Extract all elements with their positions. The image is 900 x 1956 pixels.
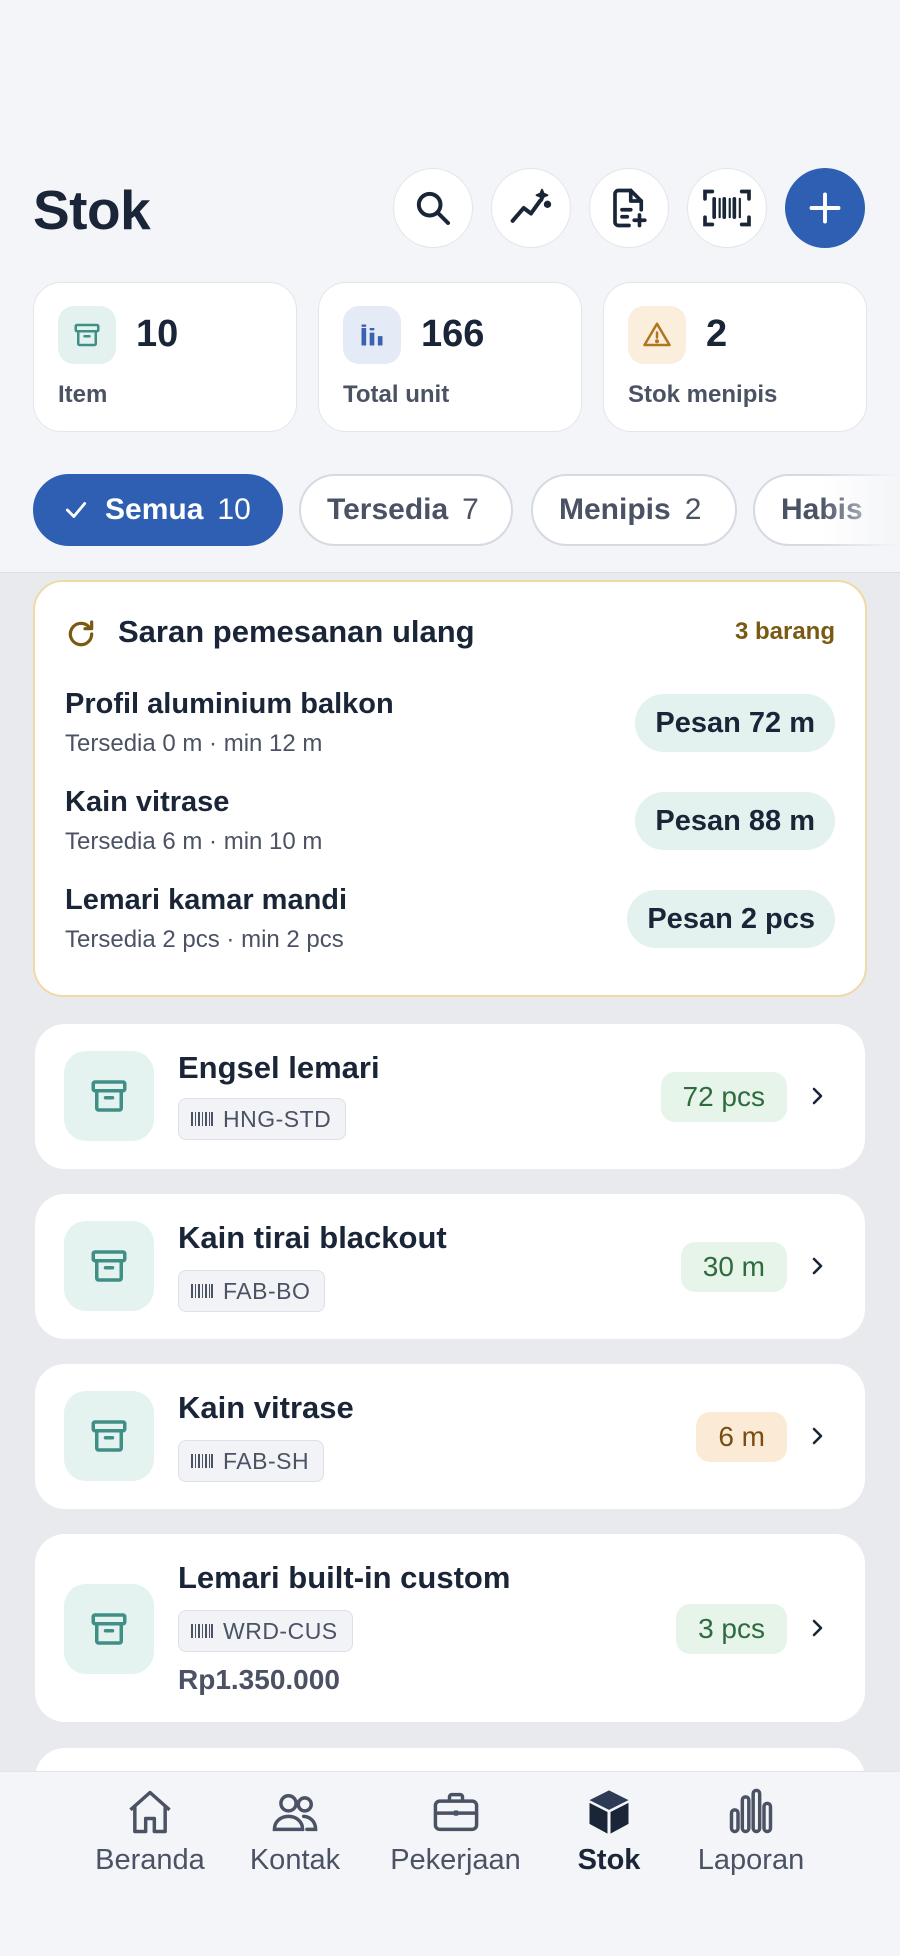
nav-label: Kontak <box>249 1844 341 1876</box>
scan-button[interactable] <box>687 168 767 248</box>
stat-card-items: 10 Item <box>33 282 297 432</box>
sku-code: HNG-STD <box>223 1105 332 1132</box>
page-title: Stok <box>33 179 151 241</box>
filter-chip-semua[interactable]: Semua 10 <box>33 474 283 546</box>
chip-count: 2 <box>684 493 702 526</box>
plus-icon <box>809 192 841 224</box>
chip-count: 7 <box>462 493 479 526</box>
chips-fade <box>820 474 900 548</box>
search-button[interactable] <box>393 168 473 248</box>
qty-badge: 6 m <box>696 1412 787 1462</box>
nav-kontak[interactable]: Kontak <box>240 1786 350 1877</box>
sku-badge: FAB-BO <box>178 1270 326 1312</box>
stat-card-total-unit: 166 Total unit <box>318 282 582 432</box>
chart-icon <box>729 1788 773 1834</box>
check-icon <box>65 502 87 518</box>
reorder-suggestion-card: Saran pemesanan ulang 3 barang Profil al… <box>33 580 867 997</box>
reorder-order-button[interactable]: Pesan 72 m <box>635 694 835 752</box>
filter-chip-tersedia[interactable]: Tersedia 7 <box>299 474 513 546</box>
nav-stok[interactable]: Stok <box>566 1786 652 1877</box>
sku-badge: WRD-CUS <box>178 1610 353 1652</box>
chip-count: 10 <box>217 493 251 526</box>
reorder-order-button[interactable]: Pesan 88 m <box>635 792 835 850</box>
chevron-right-icon <box>812 1619 823 1637</box>
barcode-icon <box>191 1112 213 1126</box>
chevron-right-icon <box>812 1427 823 1445</box>
nav-label: Pekerjaan <box>390 1844 521 1876</box>
box-icon <box>64 1051 154 1141</box>
reorder-item-sub: Tersedia 6 m · min 10 m <box>65 828 323 855</box>
cube-icon <box>589 1790 629 1834</box>
filter-chips: Semua 10 Tersedia 7 Menipis 2 Habis <box>33 474 900 548</box>
nav-label: Laporan <box>697 1844 805 1876</box>
insights-button[interactable] <box>491 168 571 248</box>
sku-badge: FAB-SH <box>178 1440 325 1482</box>
users-icon <box>272 1794 318 1832</box>
reorder-count: 3 barang <box>734 618 835 645</box>
nav-beranda[interactable]: Beranda <box>90 1786 210 1877</box>
sku-badge: HNG-STD <box>178 1098 347 1140</box>
sparkle-trend-icon <box>510 188 552 223</box>
reorder-item-sub: Tersedia 0 m · min 12 m <box>65 730 323 757</box>
stock-item-card[interactable]: Lemari built-in custom WRD-CUS Rp1.350.0… <box>35 1534 865 1722</box>
sku-code: WRD-CUS <box>223 1617 338 1644</box>
bar-chart-icon <box>343 306 401 364</box>
chevron-right-icon <box>812 1257 823 1275</box>
box-icon <box>64 1221 154 1311</box>
stat-label: Total unit <box>343 381 450 408</box>
stock-item-card[interactable]: Kain vitrase FAB-SH 6 m <box>35 1364 865 1509</box>
chevron-right-icon <box>812 1087 823 1105</box>
sku-code: FAB-BO <box>223 1277 311 1304</box>
reorder-item-name: Profil aluminium balkon <box>65 688 394 720</box>
item-name: Lemari built-in custom <box>178 1560 511 1595</box>
stat-value: 2 <box>706 313 728 355</box>
stat-label: Item <box>58 381 108 408</box>
chip-label: Semua <box>105 493 204 526</box>
stat-card-low-stock: 2 Stok menipis <box>603 282 867 432</box>
barcode-scan-icon <box>703 189 751 227</box>
qty-badge: 3 pcs <box>676 1604 787 1654</box>
qty-badge: 30 m <box>680 1242 787 1292</box>
stat-label: Stok menipis <box>628 381 778 408</box>
nav-label: Beranda <box>95 1844 205 1876</box>
reorder-item-name: Kain vitrase <box>65 786 230 818</box>
add-item-button[interactable] <box>785 168 865 248</box>
refresh-icon <box>68 620 94 647</box>
reorder-item-name: Lemari kamar mandi <box>65 884 348 916</box>
nav-laporan[interactable]: Laporan <box>690 1786 812 1877</box>
bottom-nav: Beranda Kontak Pekerjaan Stok Laporan <box>0 1771 900 1956</box>
filter-chip-menipis[interactable]: Menipis 2 <box>531 474 737 546</box>
barcode-icon <box>191 1284 213 1298</box>
nav-label: Stok <box>577 1844 641 1876</box>
reorder-order-button[interactable]: Pesan 2 pcs <box>627 890 835 948</box>
chip-label: Menipis <box>559 493 671 526</box>
item-price: Rp1.350.000 <box>178 1664 340 1695</box>
reorder-title: Saran pemesanan ulang <box>118 614 475 649</box>
sku-code: FAB-SH <box>223 1447 310 1474</box>
item-name: Engsel lemari <box>178 1050 380 1085</box>
stat-value: 10 <box>136 313 179 355</box>
briefcase-icon <box>433 1792 478 1832</box>
search-icon <box>416 191 450 225</box>
qty-badge: 72 pcs <box>660 1072 787 1122</box>
barcode-icon <box>191 1624 213 1638</box>
home-icon <box>129 1790 171 1834</box>
import-button[interactable] <box>589 168 669 248</box>
stat-value: 166 <box>421 313 485 355</box>
warning-icon <box>628 306 686 364</box>
item-name: Kain vitrase <box>178 1390 354 1425</box>
box-icon <box>64 1391 154 1481</box>
box-icon <box>64 1584 154 1674</box>
item-name: Kain tirai blackout <box>178 1220 447 1255</box>
barcode-icon <box>191 1454 213 1468</box>
chip-label: Tersedia <box>327 493 449 526</box>
reorder-item-sub: Tersedia 2 pcs · min 2 pcs <box>65 926 344 953</box>
file-add-icon <box>613 188 647 228</box>
stock-item-card[interactable]: Engsel lemari HNG-STD 72 pcs <box>35 1024 865 1169</box>
nav-pekerjaan[interactable]: Pekerjaan <box>383 1786 528 1877</box>
stock-item-card[interactable]: Kain tirai blackout FAB-BO 30 m <box>35 1194 865 1339</box>
box-icon <box>58 306 116 364</box>
